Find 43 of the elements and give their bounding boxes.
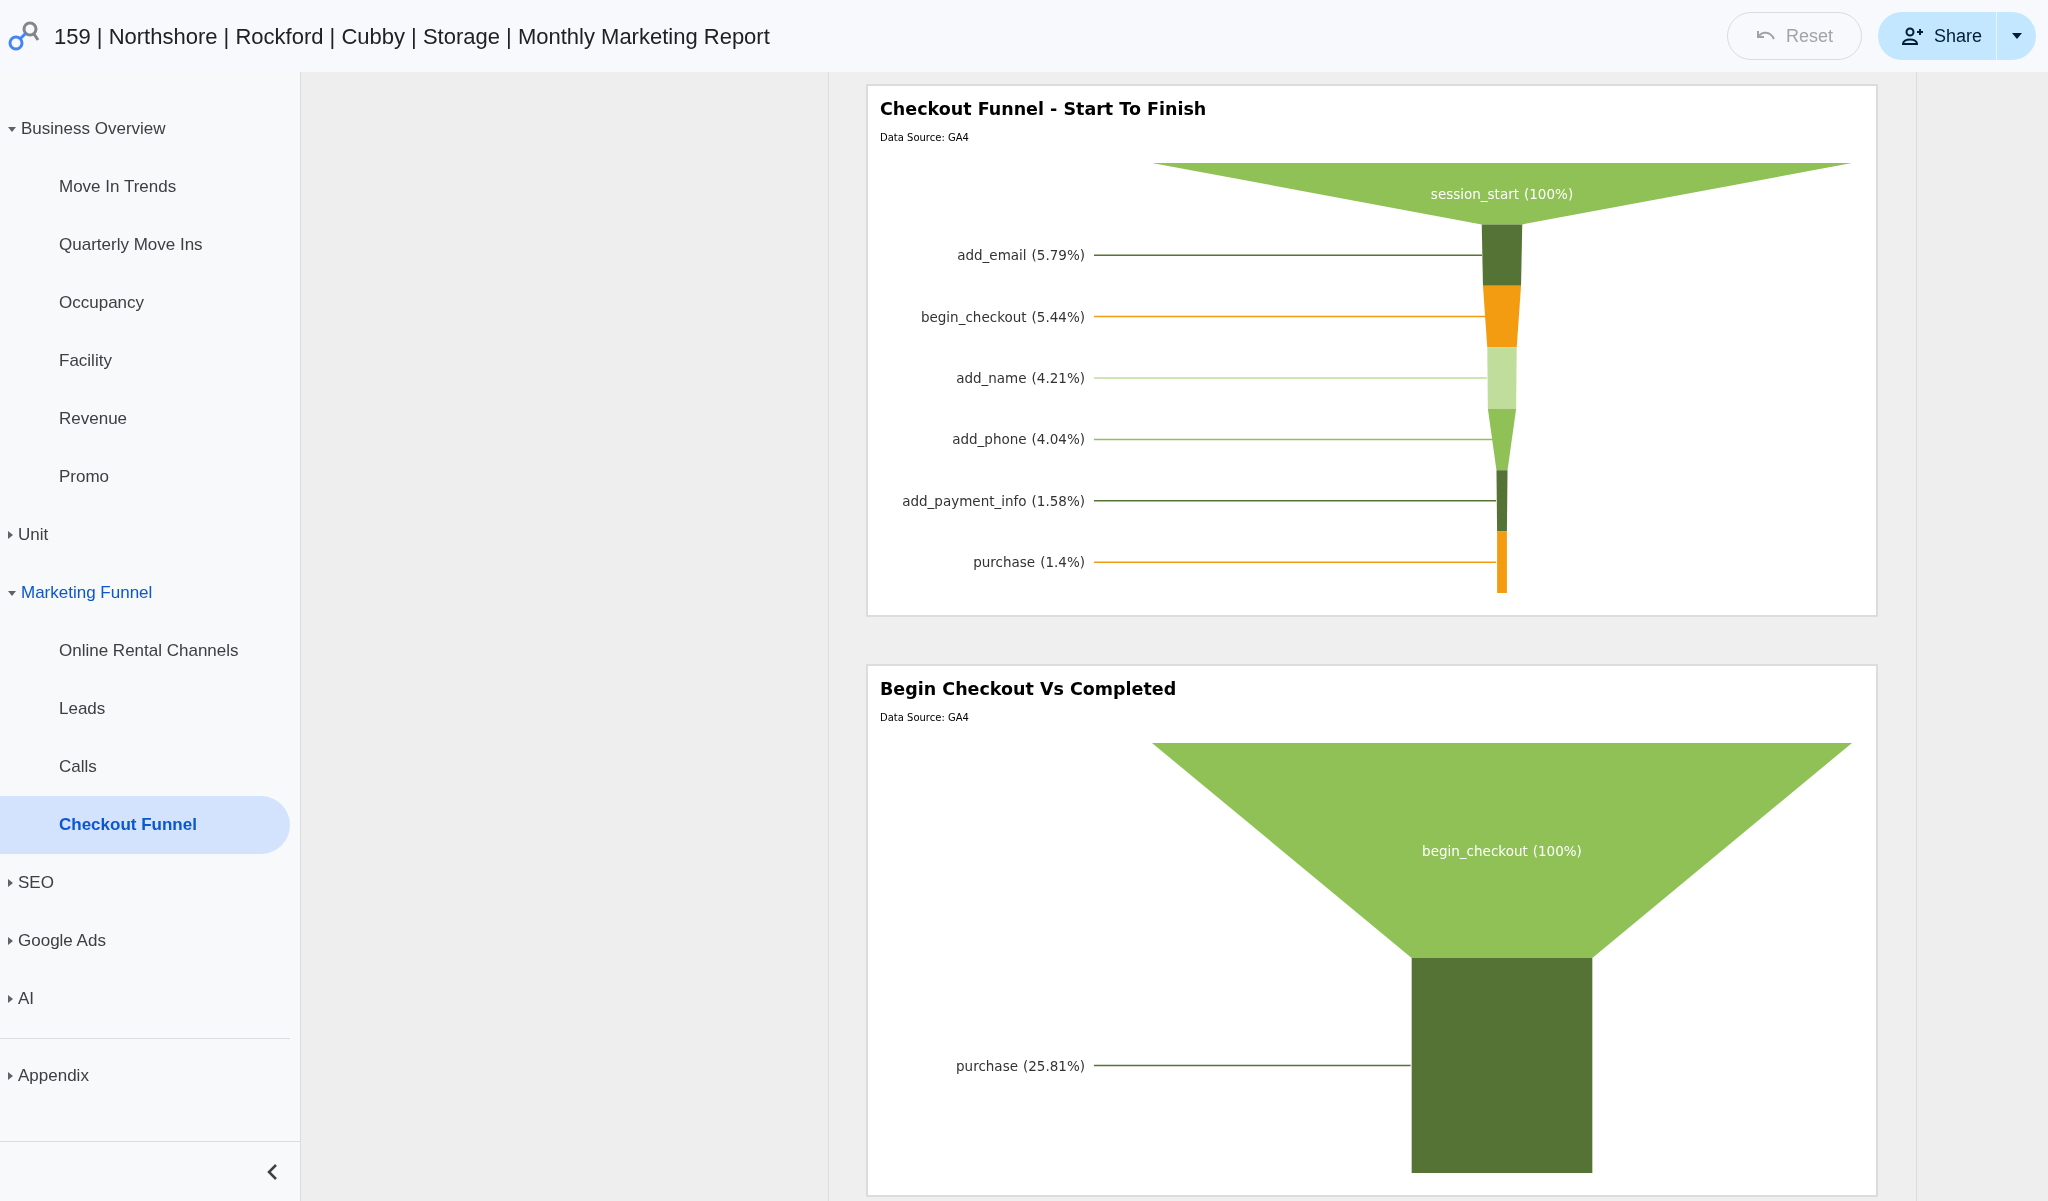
caret-icon — [8, 531, 13, 539]
data-source-note: Data Source: GA4 — [880, 711, 970, 726]
sidebar-group[interactable]: SEO — [0, 854, 290, 912]
sidebar-item[interactable]: Facility — [0, 332, 290, 390]
report-title: 159 | Northshore | Rockford | Cubby | Storage | Monthly Marketing Report — [54, 22, 770, 51]
caret-icon — [8, 590, 16, 596]
caret-icon — [8, 126, 16, 132]
sidebar-item[interactable]: Leads — [0, 680, 290, 738]
sidebar-item[interactable]: Quarterly Move Ins — [0, 216, 290, 274]
stage-label: session_start (100%) — [1430, 185, 1574, 202]
sidebar-item[interactable]: Checkout Funnel — [0, 796, 290, 854]
caret-icon — [2011, 33, 2022, 39]
add-person-icon — [1901, 27, 1924, 45]
sidebar-item[interactable]: Promo — [0, 448, 290, 506]
stage-label: add_payment_info (1.58%) — [902, 493, 1085, 510]
data-source-note: Data Source: GA4 — [880, 131, 970, 146]
sidebar-item[interactable]: Online Rental Channels — [0, 622, 290, 680]
stage-label: add_name (4.21%) — [956, 370, 1085, 387]
stage-label: begin_checkout (100%) — [1422, 842, 1582, 859]
logo-icon — [8, 20, 40, 52]
sidebar-group[interactable]: Google Ads — [0, 912, 290, 970]
stage-label: purchase (25.81%) — [956, 1057, 1085, 1074]
stage-label: add_email (5.79%) — [957, 247, 1085, 264]
caret-icon — [8, 1072, 13, 1080]
stage-label: purchase (1.4%) — [973, 554, 1085, 571]
caret-icon — [8, 995, 13, 1003]
stage-label: begin_checkout (5.44%) — [920, 308, 1085, 325]
sidebar-group[interactable]: AI — [0, 970, 290, 1028]
sidebar-item[interactable]: Move In Trends — [0, 158, 290, 216]
sidebar-item[interactable]: Revenue — [0, 390, 290, 448]
sidebar-item[interactable]: Calls — [0, 738, 290, 796]
sidebar-item[interactable]: Occupancy — [0, 274, 290, 332]
sidebar-group[interactable]: Marketing Funnel — [0, 564, 290, 622]
caret-icon — [8, 937, 13, 945]
chart-title: Begin Checkout Vs Completed — [880, 678, 1178, 701]
caret-icon — [8, 879, 13, 887]
stage-label: add_phone (4.04%) — [952, 431, 1085, 448]
share-button[interactable]: Share — [1877, 12, 1996, 60]
sidebar-group[interactable]: Unit — [0, 506, 290, 564]
collapse-icon[interactable] — [266, 1162, 278, 1181]
sidebar-group[interactable]: Business Overview — [0, 100, 290, 158]
sidebar-group[interactable]: Appendix — [0, 1047, 280, 1105]
chart-title: Checkout Funnel - Start To Finish — [880, 98, 1208, 121]
